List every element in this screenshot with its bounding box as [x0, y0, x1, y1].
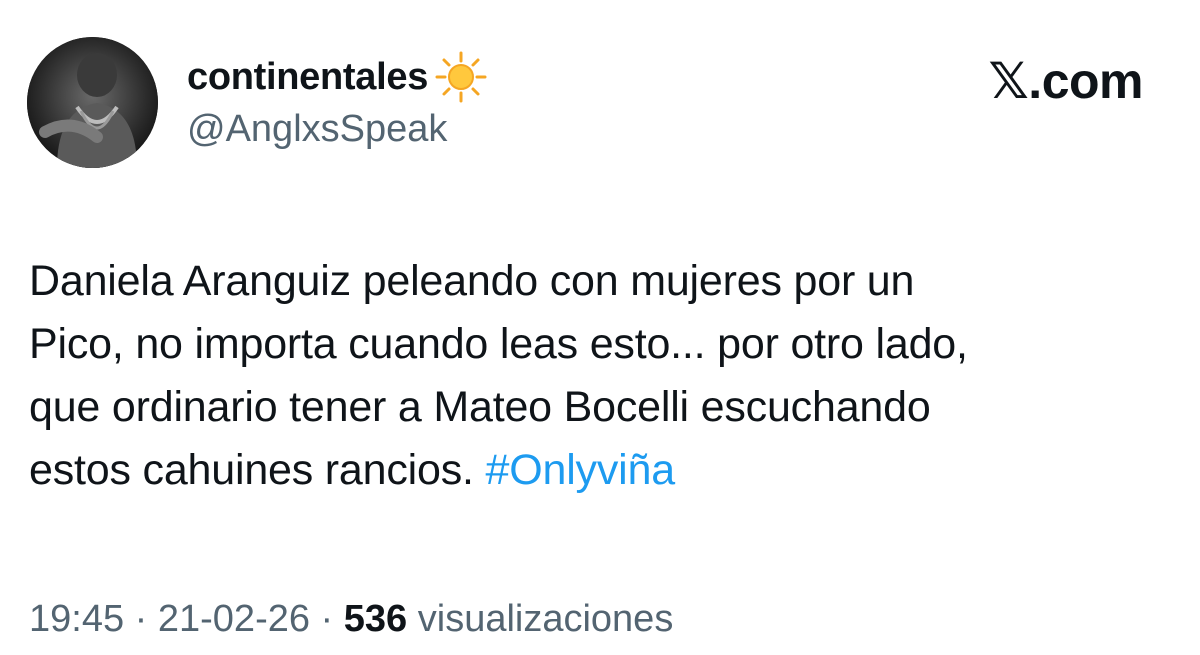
site-label: 𝕏.com	[988, 53, 1144, 109]
tweet-meta: 19:45 · 21-02-26 · 536 visualizaciones	[29, 598, 673, 641]
profile-photo-icon	[27, 37, 158, 168]
views-label: visualizaciones	[407, 598, 674, 640]
tweet-line: Daniela Aranguiz peleando con mujeres po…	[29, 257, 915, 305]
sun-icon	[435, 51, 487, 103]
tweet-line: que ordinario tener a Mateo Bocelli escu…	[29, 383, 931, 431]
tweet-date[interactable]: 21-02-26	[158, 598, 310, 640]
tweet-last-line: estos cahuines rancios. #Onlyviña	[29, 439, 1179, 502]
author-name-row[interactable]: continentales	[187, 51, 488, 103]
display-name[interactable]: continentales	[187, 56, 428, 99]
tweet-line: Pico, no importa cuando leas esto... por…	[29, 320, 968, 368]
meta-separator: ·	[310, 598, 344, 640]
author-handle[interactable]: @AnglxsSpeak	[187, 108, 447, 151]
tweet-text: Daniela Aranguiz peleando con mujeres po…	[29, 250, 1179, 502]
tweet-line: estos cahuines rancios.	[29, 446, 474, 494]
meta-separator: ·	[124, 598, 158, 640]
tweet-time[interactable]: 19:45	[29, 598, 124, 640]
hashtag-link[interactable]: #Onlyviña	[486, 446, 676, 494]
avatar[interactable]	[27, 37, 158, 168]
views-count: 536	[343, 598, 408, 640]
